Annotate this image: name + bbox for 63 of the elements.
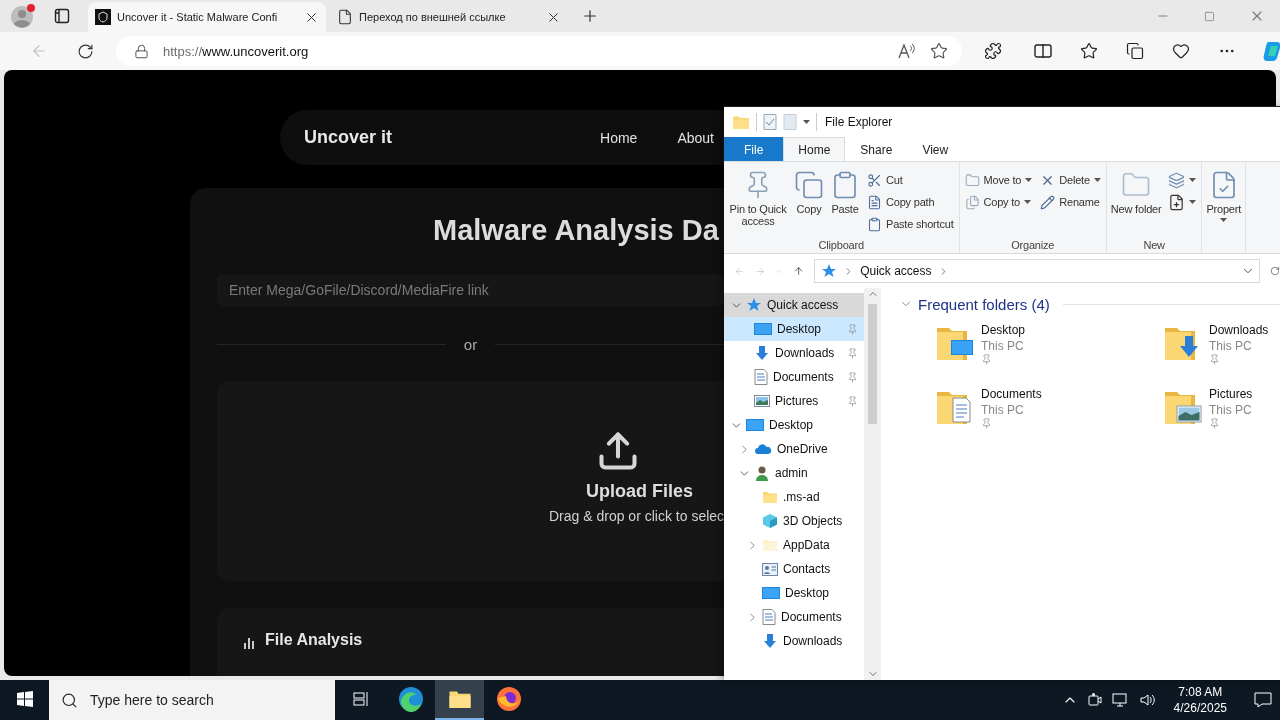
ribbon-button[interactable]: Rename <box>1038 192 1103 212</box>
group-label: Clipboard <box>817 239 865 251</box>
ribbon-button[interactable]: Cut <box>865 170 956 190</box>
ribbon-tab[interactable]: File <box>724 137 784 161</box>
nav-item[interactable]: Documents <box>724 365 864 389</box>
folder-location: This PC <box>1209 338 1252 354</box>
nav-item[interactable]: admin <box>724 461 864 485</box>
section-title: File Analysis <box>265 631 363 649</box>
divider-text: or <box>462 335 479 353</box>
ribbon-button[interactable]: Paste <box>829 166 861 239</box>
breadcrumb[interactable]: Quick access <box>860 264 932 278</box>
address-bar[interactable]: Quick access <box>814 259 1261 283</box>
page-title: Malware Analysis Da <box>433 214 719 248</box>
upload-title: Upload Files <box>586 481 693 502</box>
folder-name[interactable]: Pictures <box>1209 386 1253 402</box>
folder-name[interactable]: Documents <box>981 386 1042 402</box>
address-bar[interactable]: https://www.uncoverit.org <box>116 36 962 66</box>
folder-location: This PC <box>981 402 1024 418</box>
nav-item[interactable]: Contacts <box>724 557 864 581</box>
nav-link[interactable]: About <box>677 129 714 146</box>
group-label: New <box>1142 239 1166 251</box>
ribbon-button[interactable]: Pin to Quick access <box>727 166 789 239</box>
nav-item[interactable]: Quick access <box>724 293 864 317</box>
ribbon-tab[interactable]: Home <box>783 137 846 161</box>
ribbon-tab[interactable]: Share <box>845 137 908 161</box>
folder-location: This PC <box>1209 402 1252 418</box>
clock-time[interactable]: 7:08 AM <box>1178 684 1223 700</box>
nav-item[interactable]: .ms-ad <box>724 485 864 509</box>
link-input[interactable]: Enter Mega/GoFile/Discord/MediaFire link <box>217 274 724 306</box>
browser-tab[interactable]: Uncover it - Static Malware Confi <box>88 2 326 32</box>
browser-tab[interactable]: Переход по внешней ссылке <box>330 2 568 32</box>
nav-item[interactable]: Desktop <box>724 581 864 605</box>
folder-name[interactable]: Downloads <box>1209 322 1269 338</box>
search-field[interactable]: Type here to search <box>88 691 318 709</box>
brand-name[interactable]: Uncover it <box>304 127 393 148</box>
ribbon-button[interactable]: Propert <box>1205 166 1243 251</box>
ribbon-button[interactable]: Paste shortcut <box>865 214 956 234</box>
window-title: File Explorer <box>825 115 893 129</box>
ribbon-button[interactable]: Copy to <box>962 192 1035 212</box>
nav-item[interactable]: OneDrive <box>724 437 864 461</box>
nav-item[interactable]: Pictures <box>724 389 864 413</box>
upload-dropzone[interactable]: Upload Files Drag & drop or click to selec <box>217 381 724 581</box>
upload-hint: Drag & drop or click to selec <box>549 508 725 524</box>
nav-item[interactable]: 3D Objects <box>724 509 864 533</box>
nav-item[interactable]: Desktop <box>724 413 864 437</box>
ribbon-button[interactable]: New folder <box>1109 166 1163 239</box>
nav-item[interactable]: Desktop <box>724 317 864 341</box>
folder-name[interactable]: Desktop <box>981 322 1026 338</box>
ribbon-button[interactable]: Copy path <box>865 192 956 212</box>
nav-item[interactable]: Documents <box>724 605 864 629</box>
folder-location: This PC <box>981 338 1024 354</box>
section-header[interactable]: Frequent folders (4) <box>918 295 1050 313</box>
taskbar-search-bar[interactable]: Type here to search <box>49 680 335 720</box>
nav-item[interactable]: Downloads <box>724 629 864 653</box>
clock-date[interactable]: 4/26/2025 <box>1173 700 1227 716</box>
ribbon-button[interactable]: Move to <box>962 170 1035 190</box>
ribbon-button[interactable]: Delete <box>1038 170 1103 190</box>
nav-link[interactable]: Home <box>600 129 638 146</box>
ribbon-button[interactable]: Copy <box>793 166 825 239</box>
nav-item[interactable]: AppData <box>724 533 864 557</box>
ribbon-tab[interactable]: View <box>907 137 964 161</box>
group-label: Organize <box>1010 239 1056 251</box>
nav-item[interactable]: Downloads <box>724 341 864 365</box>
